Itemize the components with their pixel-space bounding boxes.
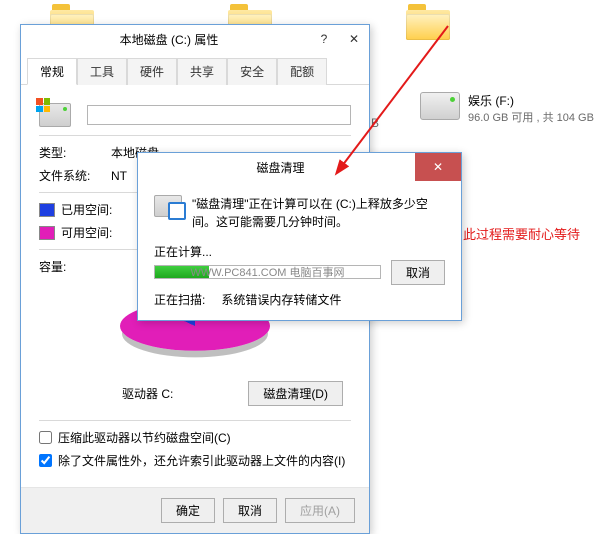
close-button[interactable]: ✕ bbox=[339, 25, 369, 53]
cleanup-close-button[interactable]: ✕ bbox=[415, 153, 461, 181]
annotation-text: 此过程需要耐心等待 bbox=[463, 224, 580, 243]
tab-hardware[interactable]: 硬件 bbox=[127, 58, 177, 85]
compress-label: 压缩此驱动器以节约磁盘空间(C) bbox=[58, 429, 231, 446]
window-title: 本地磁盘 (C:) 属性 bbox=[29, 31, 309, 48]
apply-button[interactable]: 应用(A) bbox=[285, 498, 355, 523]
disk-cleanup-window: 磁盘清理 ✕ "磁盘清理"正在计算可以在 (C:)上释放多少空间。这可能需要几分… bbox=[137, 152, 462, 321]
tab-sharing[interactable]: 共享 bbox=[177, 58, 227, 85]
used-swatch bbox=[39, 203, 55, 217]
calculating-label: 正在计算... bbox=[154, 243, 445, 260]
drive-label-input[interactable] bbox=[87, 105, 351, 125]
tab-bar: 常规 工具 硬件 共享 安全 配额 bbox=[21, 53, 369, 85]
tab-security[interactable]: 安全 bbox=[227, 58, 277, 85]
cleanup-cancel-button[interactable]: 取消 bbox=[391, 260, 445, 285]
drive-caption: 驱动器 C: bbox=[122, 385, 173, 402]
tab-quota[interactable]: 配额 bbox=[277, 58, 327, 85]
scanning-label: 正在扫描: bbox=[154, 291, 205, 308]
scanning-value: 系统错误内存转储文件 bbox=[221, 291, 341, 308]
index-checkbox-row[interactable]: 除了文件属性外，还允许索引此驱动器上文件的内容(I) bbox=[39, 452, 351, 469]
help-button[interactable]: ? bbox=[309, 25, 339, 53]
cleanup-progress: WWW.PC841.COM 电脑百事网 bbox=[154, 265, 381, 279]
ok-button[interactable]: 确定 bbox=[161, 498, 215, 523]
cleanup-icon bbox=[154, 195, 182, 217]
drive-icon bbox=[420, 92, 460, 120]
titlebar[interactable]: 本地磁盘 (C:) 属性 ? ✕ bbox=[21, 25, 369, 53]
tab-tools[interactable]: 工具 bbox=[77, 58, 127, 85]
free-swatch bbox=[39, 226, 55, 240]
index-checkbox[interactable] bbox=[39, 454, 52, 467]
type-label: 类型: bbox=[39, 144, 111, 161]
cancel-button[interactable]: 取消 bbox=[223, 498, 277, 523]
watermark-text: WWW.PC841.COM 电脑百事网 bbox=[190, 264, 344, 280]
drive-item-f[interactable]: 娱乐 (F:) 96.0 GB 可用 , 共 104 GB bbox=[420, 92, 594, 125]
fs-value: NT bbox=[111, 169, 127, 183]
cleanup-title: 磁盘清理 bbox=[146, 159, 415, 176]
used-label: 已用空间: bbox=[61, 201, 112, 218]
drive-name: 娱乐 (F:) bbox=[468, 92, 594, 109]
disk-cleanup-button[interactable]: 磁盘清理(D) bbox=[248, 381, 343, 406]
folder-icon[interactable] bbox=[406, 0, 454, 40]
cleanup-message: "磁盘清理"正在计算可以在 (C:)上释放多少空间。这可能需要几分钟时间。 bbox=[192, 195, 445, 231]
fs-label: 文件系统: bbox=[39, 167, 111, 184]
compress-checkbox[interactable] bbox=[39, 431, 52, 444]
compress-checkbox-row[interactable]: 压缩此驱动器以节约磁盘空间(C) bbox=[39, 429, 351, 446]
cleanup-titlebar[interactable]: 磁盘清理 ✕ bbox=[138, 153, 461, 181]
capacity-label: 容量: bbox=[39, 258, 111, 275]
free-label: 可用空间: bbox=[61, 224, 112, 241]
drive-size: 96.0 GB 可用 , 共 104 GB bbox=[468, 109, 594, 125]
index-label: 除了文件属性外，还允许索引此驱动器上文件的内容(I) bbox=[58, 452, 345, 469]
tab-general[interactable]: 常规 bbox=[27, 58, 77, 85]
drive-c-icon bbox=[39, 103, 71, 127]
stray-text: B bbox=[371, 116, 379, 130]
